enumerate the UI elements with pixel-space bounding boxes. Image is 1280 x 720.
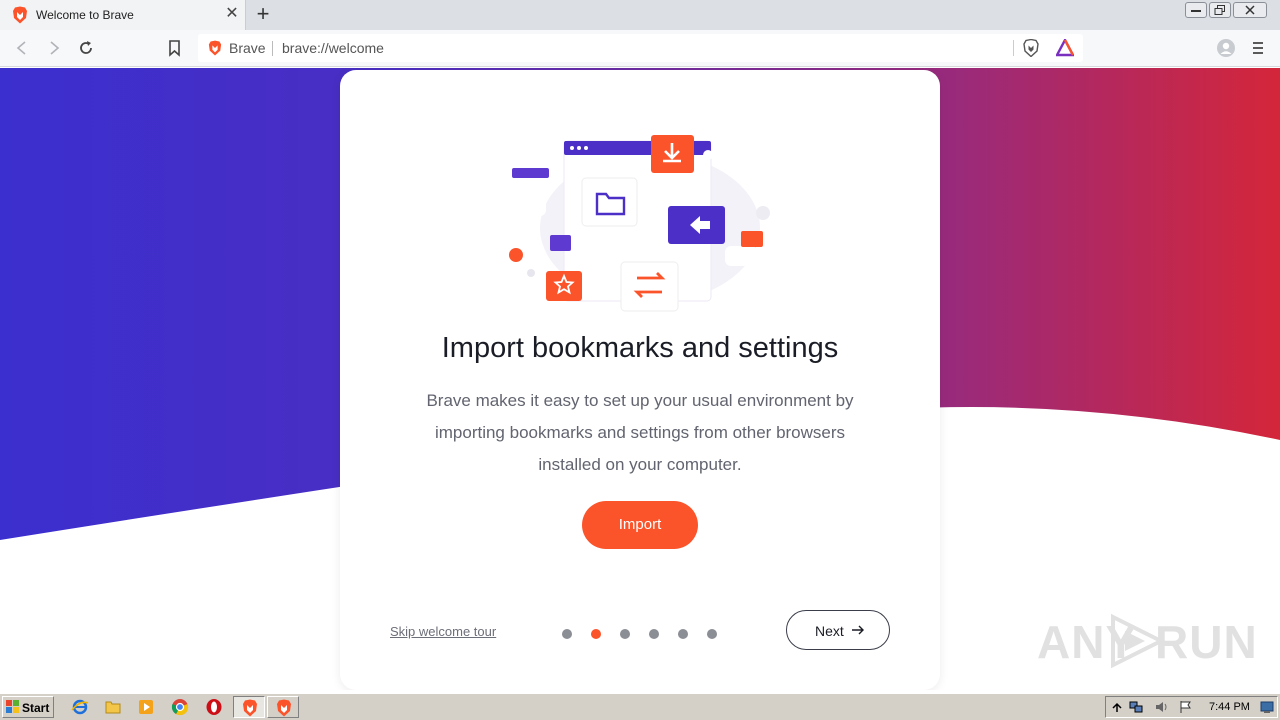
minimize-icon: [1191, 10, 1201, 12]
chrome-icon[interactable]: [171, 698, 189, 716]
step-dot[interactable]: [678, 629, 688, 639]
bookmark-icon: [169, 40, 180, 57]
forward-button[interactable]: [44, 38, 64, 58]
description-line: installed on your computer.: [538, 455, 742, 474]
opera-icon[interactable]: [205, 698, 223, 716]
skip-welcome-tour-link[interactable]: Skip welcome tour: [390, 624, 496, 639]
system-tray: 7:44 PM: [1105, 696, 1278, 718]
address-bar-url[interactable]: brave://welcome: [282, 40, 384, 56]
description-line: Brave makes it easy to set up your usual…: [426, 391, 854, 410]
profile-button[interactable]: [1216, 38, 1236, 58]
close-icon: [1245, 5, 1255, 15]
step-dot[interactable]: [620, 629, 630, 639]
arrow-right-icon: [852, 625, 864, 635]
tab-close-icon[interactable]: ✕: [224, 6, 240, 22]
forward-arrow-icon: [50, 41, 60, 55]
address-bar[interactable]: Brave brave://welcome: [198, 34, 1083, 62]
start-label: Start: [22, 701, 50, 715]
reload-button[interactable]: [76, 38, 96, 58]
back-button[interactable]: [12, 38, 32, 58]
tab-title: Welcome to Brave: [36, 8, 134, 22]
browser-toolbar: Brave brave://welcome: [0, 30, 1280, 67]
step-dot[interactable]: [562, 629, 572, 639]
media-player-icon[interactable]: [137, 698, 155, 716]
address-bar-brand: Brave: [229, 40, 266, 56]
new-tab-button[interactable]: +: [252, 3, 274, 25]
windows-logo-icon: [6, 700, 19, 713]
back-arrow-icon: [16, 41, 26, 55]
window-close-button[interactable]: [1233, 2, 1267, 18]
file-explorer-icon[interactable]: [104, 698, 122, 716]
page-description: Brave makes it easy to set up your usual…: [410, 385, 870, 481]
next-button[interactable]: Next: [786, 610, 890, 650]
tab-welcome[interactable]: Welcome to Brave ✕: [0, 0, 246, 30]
window-minimize-button[interactable]: [1185, 2, 1207, 18]
action-center-flag-icon[interactable]: [1178, 700, 1192, 714]
start-button[interactable]: Start: [2, 696, 54, 718]
address-bar-separator: [272, 41, 273, 56]
taskbar-brave-window[interactable]: [267, 696, 299, 718]
network-icon[interactable]: [1129, 700, 1143, 714]
volume-icon[interactable]: [1154, 700, 1168, 714]
tab-strip: Welcome to Brave ✕ +: [0, 0, 1280, 30]
bookmark-button[interactable]: [165, 38, 185, 58]
brave-lion-icon: [277, 699, 291, 717]
import-illustration: [509, 135, 770, 312]
brave-shields-icon[interactable]: [1023, 39, 1039, 57]
taskbar: Start 7:44 PM: [0, 693, 1280, 720]
taskbar-clock[interactable]: 7:44 PM: [1209, 701, 1250, 713]
next-button-label: Next: [815, 623, 844, 639]
description-line: importing bookmarks and settings from ot…: [434, 423, 846, 442]
brave-lion-icon: [13, 6, 27, 24]
brave-lion-icon: [243, 699, 257, 717]
welcome-page: Import bookmarks and settings Brave make…: [0, 68, 1280, 690]
avatar-icon: [1217, 39, 1235, 57]
step-indicator: [562, 629, 722, 639]
page-title: Import bookmarks and settings: [441, 332, 839, 364]
step-dot[interactable]: [707, 629, 717, 639]
window-restore-button[interactable]: [1209, 2, 1231, 18]
address-bar-divider: [1013, 40, 1014, 56]
restore-icon: [1214, 5, 1225, 15]
step-dot[interactable]: [649, 629, 659, 639]
reload-icon: [80, 41, 92, 54]
hamburger-menu-icon: [1253, 42, 1263, 54]
taskbar-brave-window-active[interactable]: [233, 696, 265, 718]
internet-explorer-icon[interactable]: [71, 698, 89, 716]
show-hidden-icons-icon[interactable]: [1110, 700, 1124, 714]
step-dot[interactable]: [591, 629, 601, 639]
welcome-card: Import bookmarks and settings Brave make…: [340, 70, 940, 690]
watermark-text: RUN: [1155, 616, 1258, 668]
menu-button[interactable]: [1249, 38, 1269, 58]
anyrun-watermark: ANY RUN: [1037, 609, 1257, 669]
show-desktop-icon[interactable]: [1260, 700, 1274, 714]
brave-rewards-icon[interactable]: [1056, 39, 1074, 57]
import-button[interactable]: Import: [582, 501, 698, 549]
brave-site-icon: [208, 40, 222, 56]
